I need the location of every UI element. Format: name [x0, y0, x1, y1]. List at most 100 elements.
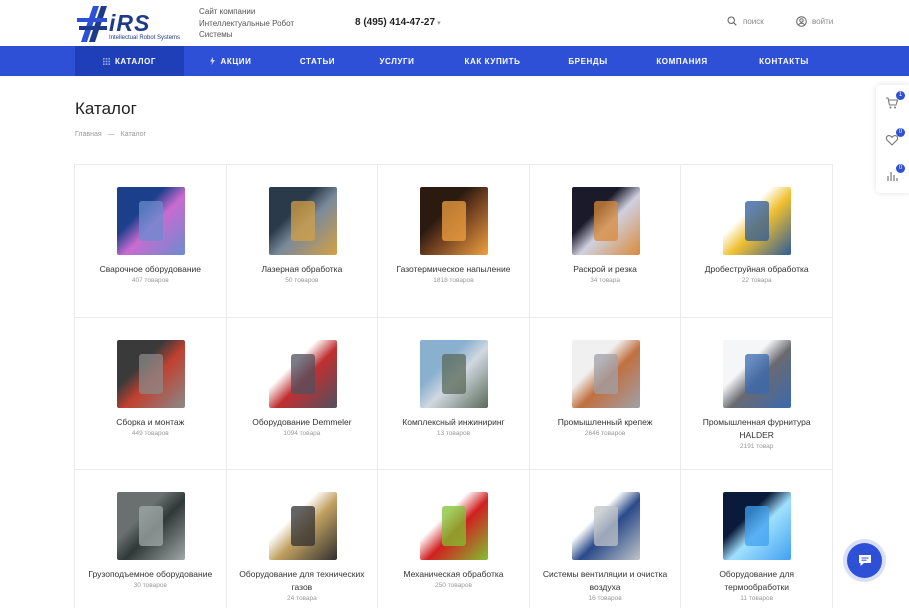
phone-number[interactable]: 8 (495) 414-47-27 ▾ [355, 17, 441, 28]
category-title[interactable]: Промышленный крепеж [540, 416, 671, 429]
logo-subtitle: Intellectual Robot Systems [109, 35, 181, 41]
login-button[interactable]: войти [796, 16, 833, 27]
category-product-count: 24 товара [287, 595, 317, 602]
catalog-category-card[interactable]: Механическая обработка 250 товаров [378, 470, 530, 608]
chat-icon [858, 555, 871, 566]
thumbnail-detail [290, 201, 315, 241]
catalog-category-card[interactable]: Грузоподъемное оборудование 30 товаров [75, 470, 227, 608]
category-title[interactable]: Дробеструйная обработка [691, 263, 822, 276]
category-title[interactable]: Сборка и монтаж [85, 416, 216, 429]
category-title[interactable]: Оборудование для технических газов [237, 568, 368, 594]
category-title[interactable]: Оборудование Demmeler [237, 416, 368, 429]
catalog-category-card[interactable]: Оборудование для технических газов 24 тов… [227, 470, 379, 608]
shot-blasting-image[interactable] [723, 187, 792, 255]
catalog-grid: Сварочное оборудование 407 товаров Лазерна… [74, 164, 833, 608]
compare-count-badge: 0 [896, 164, 905, 173]
catalog-category-card[interactable]: Сварочное оборудование 407 товаров [75, 165, 227, 318]
chevron-down-icon: ▾ [437, 20, 441, 27]
nav-item-how-to-buy[interactable]: КАК КУПИТЬ [437, 46, 548, 76]
thumbnail-detail [442, 353, 467, 394]
category-product-count: 449 товаров [131, 429, 169, 437]
category-title[interactable]: Оборудование для термообработки [691, 568, 822, 594]
category-title[interactable]: Системы вентиляции и очистка воздуха [540, 568, 671, 594]
lightning-icon [210, 57, 216, 65]
catalog-category-card[interactable]: Промышленный крепеж 2646 товаров [529, 317, 682, 470]
floating-side-panel: 1 0 0 [876, 85, 909, 193]
category-title[interactable]: Комплексный инжиниринг [388, 416, 519, 429]
category-title[interactable]: Грузоподъемное оборудование [85, 568, 216, 581]
nav-label: АКЦИИ [220, 56, 252, 66]
thermal-spray-image[interactable] [420, 187, 489, 255]
catalog-category-card[interactable]: Оборудование Demmeler 1094 товара [226, 317, 379, 470]
nav-label: БРЕНДЫ [568, 56, 608, 66]
cutting-image[interactable] [571, 187, 640, 255]
cart-count-badge: 1 [896, 91, 905, 100]
catalog-category-card[interactable]: Раскрой и резка 34 товара [529, 165, 682, 318]
nav-item-contacts[interactable]: КОНТАКТЫ [736, 46, 832, 76]
thumbnail-detail [593, 201, 618, 241]
ventilation-image[interactable] [571, 492, 640, 560]
category-product-count: 13 товаров [436, 429, 471, 437]
catalog-category-card[interactable]: Дробеструйная обработка 22 товара [681, 165, 833, 318]
thumbnail-detail [442, 201, 467, 241]
heat-treatment-image[interactable] [723, 492, 792, 560]
user-icon [796, 16, 807, 27]
category-title[interactable]: Раскрой и резка [540, 263, 671, 276]
catalog-category-card[interactable]: Сборка и монтаж 449 товаров [75, 317, 227, 470]
chat-button[interactable] [847, 543, 882, 578]
thumbnail-detail [290, 353, 315, 394]
category-title[interactable]: Лазерная обработка [237, 263, 368, 276]
category-title[interactable]: Сварочное оборудование [85, 263, 216, 276]
favorites-button[interactable]: 0 [885, 128, 905, 149]
lifting-image[interactable] [117, 492, 185, 560]
plant-image[interactable] [420, 339, 489, 408]
catalog-category-card[interactable]: Комплексный инжиниринг 13 товаров [378, 317, 530, 470]
catalog-category-card[interactable]: Системы вентиляции и очистка воздуха 16 т… [530, 470, 682, 608]
logo-text: iRS [109, 10, 151, 36]
nav-item-services[interactable]: УСЛУГИ [357, 46, 437, 76]
nav-item-articles[interactable]: СТАТЬИ [278, 46, 357, 76]
compare-button[interactable]: 0 [885, 164, 905, 185]
nav-label: СТАТЬИ [299, 56, 336, 66]
grid-icon [102, 57, 110, 65]
thumbnail-detail [745, 201, 770, 241]
thumbnail-detail [745, 506, 770, 546]
phone-text: 8 (495) 414-47-27 [355, 17, 436, 28]
thumbnail-detail [593, 506, 618, 546]
nav-label: УСЛУГИ [379, 56, 415, 66]
nav-item-promotions[interactable]: АКЦИИ [184, 46, 278, 76]
login-label: войти [812, 17, 834, 26]
welding-image[interactable] [117, 187, 185, 255]
category-product-count: 22 товара [741, 277, 772, 284]
gas-regulator-image[interactable] [268, 492, 337, 560]
cart-button[interactable]: 1 [885, 91, 905, 112]
laser-machine-image[interactable] [268, 187, 337, 255]
thumbnail-detail [139, 201, 163, 241]
tools-image[interactable] [420, 492, 489, 560]
category-title[interactable]: Промышленная фурнитура HALDER [691, 416, 822, 442]
assembly-image[interactable] [117, 339, 185, 408]
halder-image[interactable] [723, 339, 792, 408]
nav-item-company[interactable]: КОМПАНИЯ [628, 46, 736, 76]
catalog-category-card[interactable]: Промышленная фурнитура HALDER 2191 товар [681, 317, 833, 470]
catalog-category-card[interactable]: Лазерная обработка 50 товаров [226, 165, 379, 318]
fasteners-image[interactable] [571, 339, 640, 408]
nav-label: КОНТАКТЫ [759, 56, 809, 66]
breadcrumb-home-link[interactable]: Главная [75, 131, 102, 138]
welding-table-image[interactable] [268, 339, 337, 408]
search-icon [727, 16, 737, 26]
site-description: Сайт компании Интеллектуальные Робот Сис… [199, 7, 295, 39]
nav-item-catalog[interactable]: КАТАЛОГ [75, 46, 184, 76]
category-title[interactable]: Газотермическое напыление [388, 263, 519, 276]
search-button[interactable]: поиск [727, 16, 764, 26]
thumbnail-detail [745, 353, 770, 394]
page-title: Каталог [75, 99, 137, 118]
favorites-count-badge: 0 [896, 128, 905, 137]
nav-item-brands[interactable]: БРЕНДЫ [548, 46, 628, 76]
site-logo[interactable]: iRS Intellectual Robot Systems [75, 4, 187, 44]
category-title[interactable]: Механическая обработка [388, 568, 519, 581]
category-product-count: 11 товаров [740, 595, 774, 602]
catalog-category-card[interactable]: Газотермическое напыление 1818 товаров [378, 165, 530, 318]
catalog-category-card[interactable]: Оборудование для термообработки 11 товаро… [681, 470, 833, 608]
category-product-count: 407 товаров [131, 277, 169, 284]
